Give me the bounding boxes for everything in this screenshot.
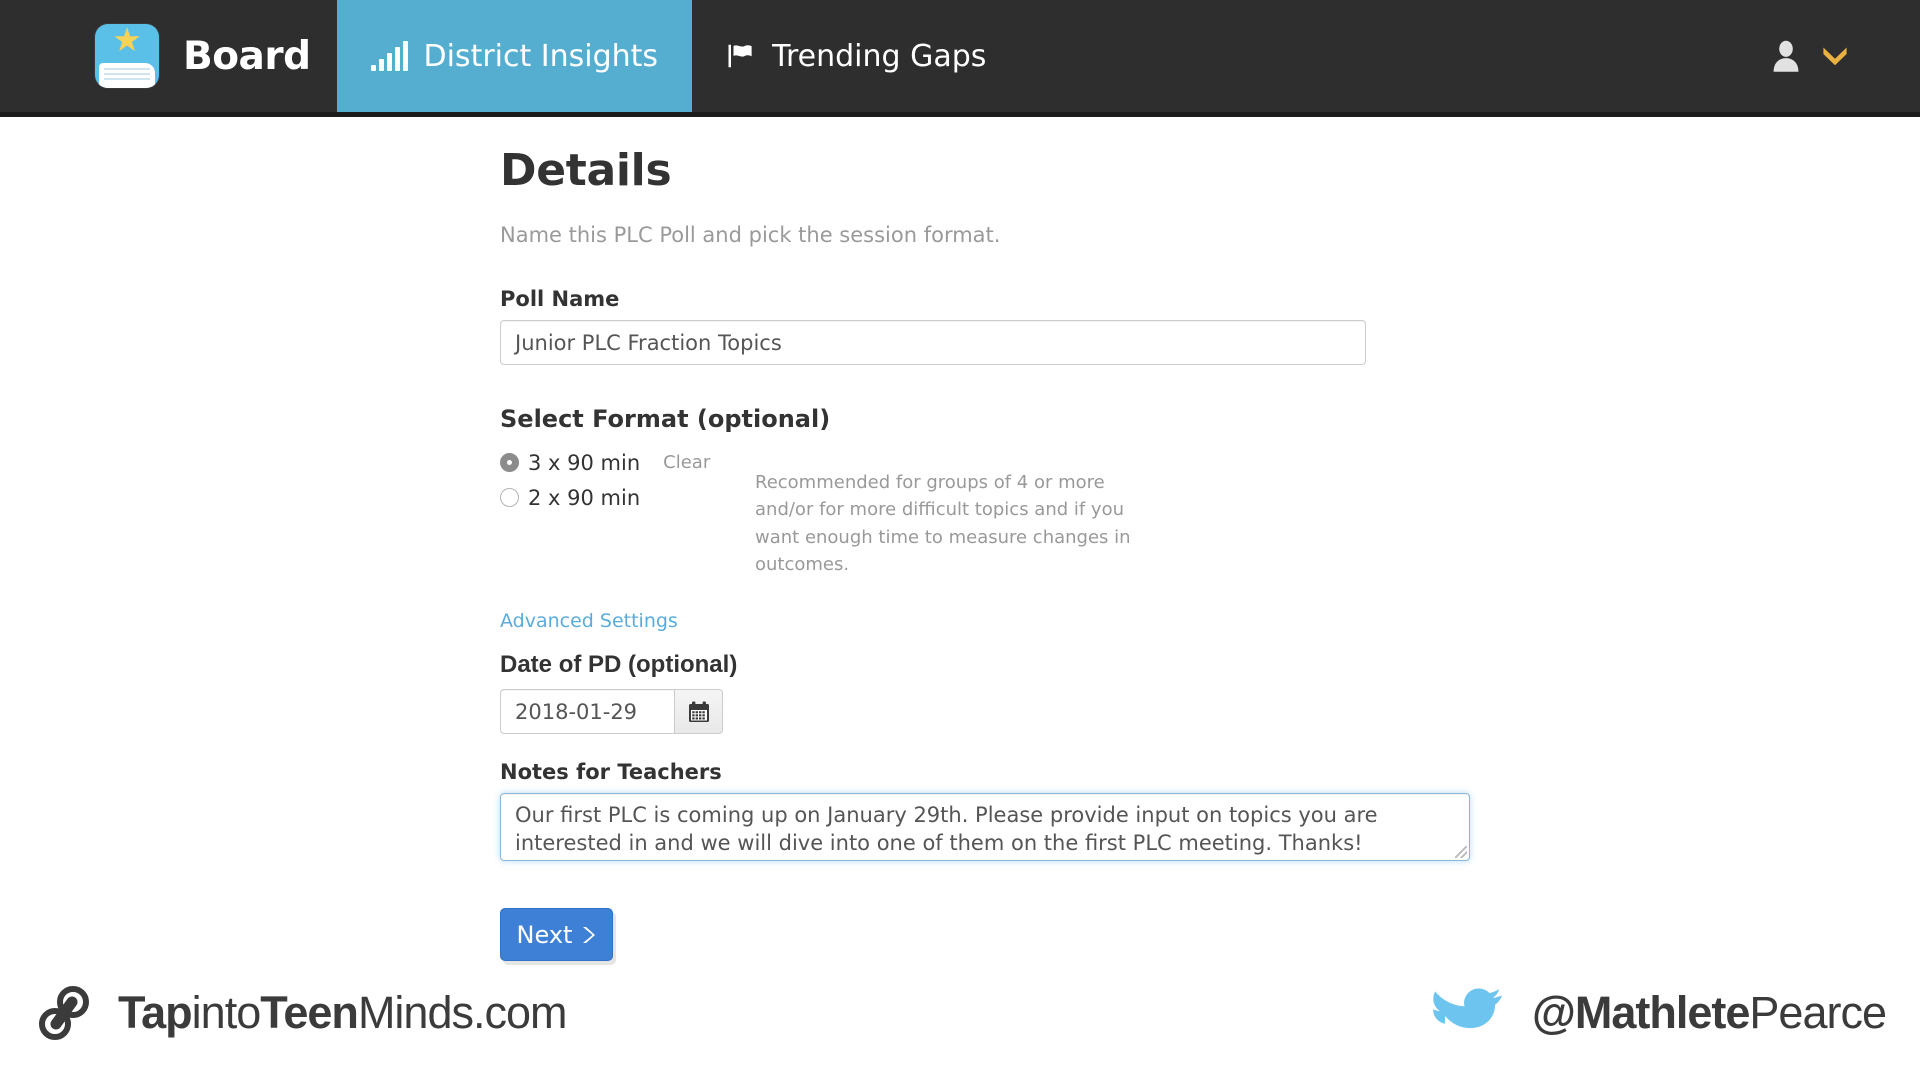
brand-home-link[interactable]: Board [0,0,337,112]
next-button-label: Next [516,920,573,949]
chevron-down-icon [1823,47,1847,66]
format-option-3x90-label: 3 x 90 min [528,450,641,475]
chain-link-icon [39,986,89,1040]
brand-label: Board [183,33,311,79]
page-title: Details [500,145,672,196]
page-footer: TapintoTeenMinds.com @MathletePearce [0,960,1920,1080]
date-of-pd-label: Date of PD (optional) [500,651,738,679]
format-radio-group: 3 x 90 min Clear 2 x 90 min [500,447,755,578]
radio-3x90[interactable] [500,453,519,472]
book-star-icon [95,24,159,88]
form-column: Details Name this PLC Poll and pick the … [500,117,1800,962]
wordmark-tap: Tap [118,987,193,1038]
flag-icon [728,44,752,68]
poll-name-input[interactable]: Junior PLC Fraction Topics [500,320,1366,365]
page-subtitle: Name this PLC Poll and pick the session … [500,223,1001,247]
tab-trending-gaps-label: Trending Gaps [772,38,987,74]
chevron-right-icon [583,926,596,943]
date-of-pd-input[interactable]: 2018-01-29 [500,689,675,735]
advanced-settings-link[interactable]: Advanced Settings [500,610,678,632]
calendar-icon [688,701,709,722]
poll-name-label: Poll Name [500,287,620,311]
twitter-branding: @MathletePearce [1426,982,1887,1044]
handle-pearce: Pearce [1749,987,1887,1038]
account-menu[interactable] [1770,0,1920,112]
format-option-3x90[interactable]: 3 x 90 min Clear [500,447,755,478]
wordmark-minds: Minds.com [357,987,568,1038]
tab-district-insights-label: District Insights [423,38,659,74]
radio-2x90[interactable] [500,488,519,507]
wordmark-teen: Teen [260,987,359,1038]
twitter-handle: @MathletePearce [1532,987,1887,1039]
site-wordmark: TapintoTeenMinds.com [118,987,567,1039]
bar-chart-icon [370,41,408,71]
main-content: Details Name this PLC Poll and pick the … [0,117,1920,962]
book-pages-shape [99,63,155,88]
clear-format-link[interactable]: Clear [663,452,710,473]
top-navbar: Board District Insights Trending Gaps [0,0,1920,117]
tab-district-insights[interactable]: District Insights [336,0,693,112]
notes-label: Notes for Teachers [500,760,722,785]
nav-tab-list: District Insights Trending Gaps [336,0,1021,112]
date-of-pd-group: 2018-01-29 [500,689,1800,735]
user-icon [1773,40,1799,72]
format-option-2x90-label: 2 x 90 min [528,485,641,510]
format-options-row: 3 x 90 min Clear 2 x 90 min Recommended … [500,447,1800,578]
twitter-bird-icon [1433,988,1502,1029]
site-branding: TapintoTeenMinds.com [34,982,567,1044]
tab-trending-gaps[interactable]: Trending Gaps [692,0,1020,112]
format-help-text: Recommended for groups of 4 or more and/… [755,472,1131,576]
wordmark-into: into [191,987,262,1038]
select-format-heading: Select Format (optional) [500,405,831,433]
handle-mathlete: @Mathlete [1532,987,1750,1038]
format-option-2x90[interactable]: 2 x 90 min [500,482,755,513]
calendar-picker-button[interactable] [675,689,723,735]
notes-textarea[interactable]: Our first PLC is coming up on January 29… [500,793,1470,862]
next-button[interactable]: Next [500,908,613,962]
